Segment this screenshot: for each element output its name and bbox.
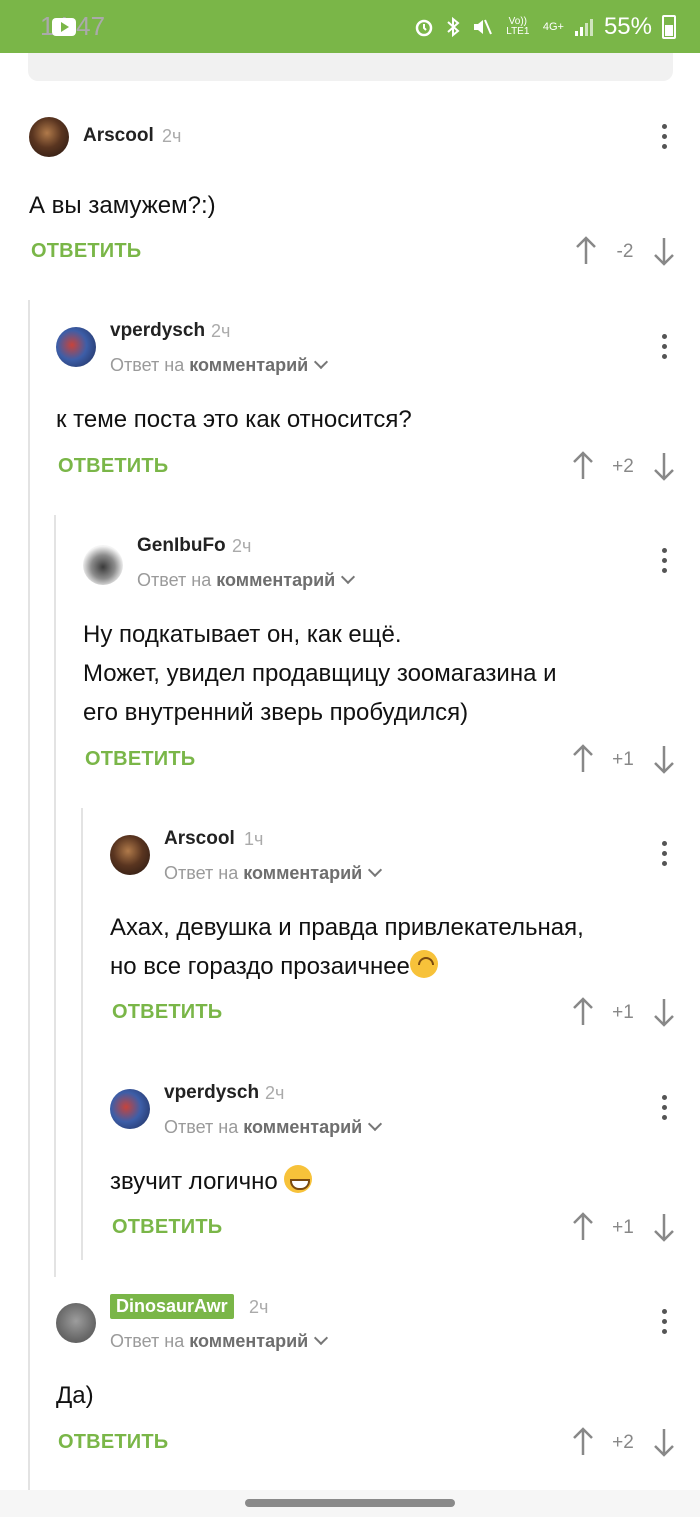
downvote-arrow-icon[interactable] bbox=[653, 1427, 675, 1457]
more-options-icon[interactable] bbox=[660, 841, 668, 869]
chevron-down-icon bbox=[314, 1330, 329, 1346]
reply-button[interactable]: ОТВЕТИТЬ bbox=[112, 1001, 222, 1024]
thread-line bbox=[54, 515, 56, 1277]
bluetooth-icon bbox=[447, 16, 460, 37]
chevron-down-icon bbox=[314, 354, 329, 370]
chevron-down-icon bbox=[341, 569, 356, 585]
reply-to-target: комментарий bbox=[189, 355, 309, 375]
reply-button[interactable]: ОТВЕТИТЬ bbox=[112, 1216, 222, 1239]
status-icons: Vo)) LTE1 4G+ 55% bbox=[413, 13, 676, 41]
comment-author[interactable]: vperdysch bbox=[110, 320, 205, 342]
comment-time: 1ч bbox=[244, 829, 264, 849]
comment-author[interactable]: vperdysch bbox=[164, 1082, 259, 1104]
downvote-arrow-icon[interactable] bbox=[653, 1212, 675, 1242]
reply-to-prefix: Ответ на bbox=[164, 1117, 239, 1137]
downvote-arrow-icon[interactable] bbox=[653, 236, 675, 266]
downvote-arrow-icon[interactable] bbox=[653, 451, 675, 481]
comment-time: 2ч bbox=[249, 1297, 269, 1317]
avatar[interactable] bbox=[110, 835, 150, 875]
comment-text-fragment: но все гораздо прозаичнее bbox=[110, 953, 410, 980]
comment-text: Да) bbox=[56, 1382, 94, 1409]
home-indicator[interactable] bbox=[245, 1499, 455, 1507]
reply-button[interactable]: ОТВЕТИТЬ bbox=[58, 455, 168, 478]
alarm-icon bbox=[415, 19, 433, 36]
4g-icon: 4G+ bbox=[542, 20, 564, 33]
chevron-down-icon bbox=[368, 1116, 383, 1132]
thread-line bbox=[28, 300, 30, 1490]
upside-down-face-emoji bbox=[409, 950, 438, 978]
comment-text-fragment: звучит логично bbox=[110, 1168, 285, 1195]
comment-score: +2 bbox=[612, 1432, 634, 1453]
comment-time: 2ч bbox=[211, 321, 231, 341]
comment-score: +2 bbox=[612, 456, 634, 477]
upvote-arrow-icon[interactable] bbox=[575, 236, 597, 266]
volte-icon: Vo)) LTE1 bbox=[506, 15, 530, 37]
battery-percent: 55% bbox=[603, 12, 652, 40]
upvote-arrow-icon[interactable] bbox=[572, 997, 594, 1027]
comment-score: +1 bbox=[612, 1217, 634, 1238]
reply-to-target: комментарий bbox=[189, 1331, 309, 1351]
avatar[interactable] bbox=[83, 545, 123, 585]
comment-author[interactable]: Arscool bbox=[83, 125, 154, 147]
reply-button[interactable]: ОТВЕТИТЬ bbox=[58, 1431, 168, 1454]
comment-text-line: Ахах, девушка и правда привлекательная, bbox=[110, 914, 584, 941]
thread-line bbox=[81, 808, 83, 1260]
upvote-arrow-icon[interactable] bbox=[572, 451, 594, 481]
comment-author-badge[interactable]: DinosaurAwr bbox=[110, 1294, 234, 1319]
more-options-icon[interactable] bbox=[660, 1309, 668, 1337]
battery-icon bbox=[662, 14, 676, 39]
youtube-icon bbox=[52, 17, 76, 36]
reply-to-link[interactable]: Ответ на комментарий bbox=[164, 862, 383, 884]
chevron-down-icon bbox=[368, 862, 383, 878]
reply-to-link[interactable]: Ответ на комментарий bbox=[110, 1330, 329, 1352]
reply-to-link[interactable]: Ответ на комментарий bbox=[137, 569, 356, 591]
comment-text-line: но все гораздо прозаичнее bbox=[110, 947, 438, 986]
comment-text: к теме поста это как относится? bbox=[56, 406, 412, 433]
more-options-icon[interactable] bbox=[660, 334, 668, 362]
comment-time: 2ч bbox=[265, 1083, 285, 1103]
comment-score: -2 bbox=[616, 241, 634, 262]
comment-author[interactable]: GenIbuFo bbox=[137, 535, 226, 557]
reply-button[interactable]: ОТВЕТИТЬ bbox=[31, 240, 141, 263]
reply-to-prefix: Ответ на bbox=[110, 355, 185, 375]
downvote-arrow-icon[interactable] bbox=[653, 744, 675, 774]
reply-to-prefix: Ответ на bbox=[110, 1331, 185, 1351]
comment-text-line: его внутренний зверь пробудился) bbox=[83, 699, 469, 726]
downvote-arrow-icon[interactable] bbox=[653, 997, 675, 1027]
reply-to-target: комментарий bbox=[243, 863, 363, 883]
grinning-face-emoji bbox=[284, 1165, 313, 1193]
avatar[interactable] bbox=[56, 1303, 96, 1343]
upvote-arrow-icon[interactable] bbox=[572, 744, 594, 774]
more-options-icon[interactable] bbox=[660, 1095, 668, 1123]
comment-author[interactable]: Arscool bbox=[164, 828, 235, 850]
comment-text-line: Может, увидел продавщицу зоомагазина и bbox=[83, 660, 557, 687]
reply-to-prefix: Ответ на bbox=[137, 570, 212, 590]
more-options-icon[interactable] bbox=[660, 124, 668, 152]
comment-time: 2ч bbox=[162, 126, 182, 146]
comment-text-line: Ну подкатывает он, как ещё. bbox=[83, 621, 402, 648]
comment-score: +1 bbox=[612, 1002, 634, 1023]
mute-icon bbox=[473, 19, 492, 34]
avatar[interactable] bbox=[29, 117, 69, 157]
avatar[interactable] bbox=[110, 1089, 150, 1129]
status-bar: 14:47 Vo)) LTE1 4G+ 55% bbox=[0, 0, 700, 53]
comment-text: А вы замужем?:) bbox=[29, 192, 216, 219]
reply-to-link[interactable]: Ответ на комментарий bbox=[164, 1116, 383, 1138]
upvote-arrow-icon[interactable] bbox=[572, 1212, 594, 1242]
reply-to-link[interactable]: Ответ на комментарий bbox=[110, 354, 329, 376]
reply-to-target: комментарий bbox=[216, 570, 336, 590]
reply-to-prefix: Ответ на bbox=[164, 863, 239, 883]
more-options-icon[interactable] bbox=[660, 548, 668, 576]
signal-icon bbox=[574, 18, 593, 36]
avatar[interactable] bbox=[56, 327, 96, 367]
reply-button[interactable]: ОТВЕТИТЬ bbox=[85, 748, 195, 771]
comment-text-line: звучит логично bbox=[110, 1162, 313, 1201]
comment-time: 2ч bbox=[232, 536, 252, 556]
comment-score: +1 bbox=[612, 749, 634, 770]
collapsed-previous-comment[interactable] bbox=[28, 53, 673, 81]
upvote-arrow-icon[interactable] bbox=[572, 1427, 594, 1457]
reply-to-target: комментарий bbox=[243, 1117, 363, 1137]
